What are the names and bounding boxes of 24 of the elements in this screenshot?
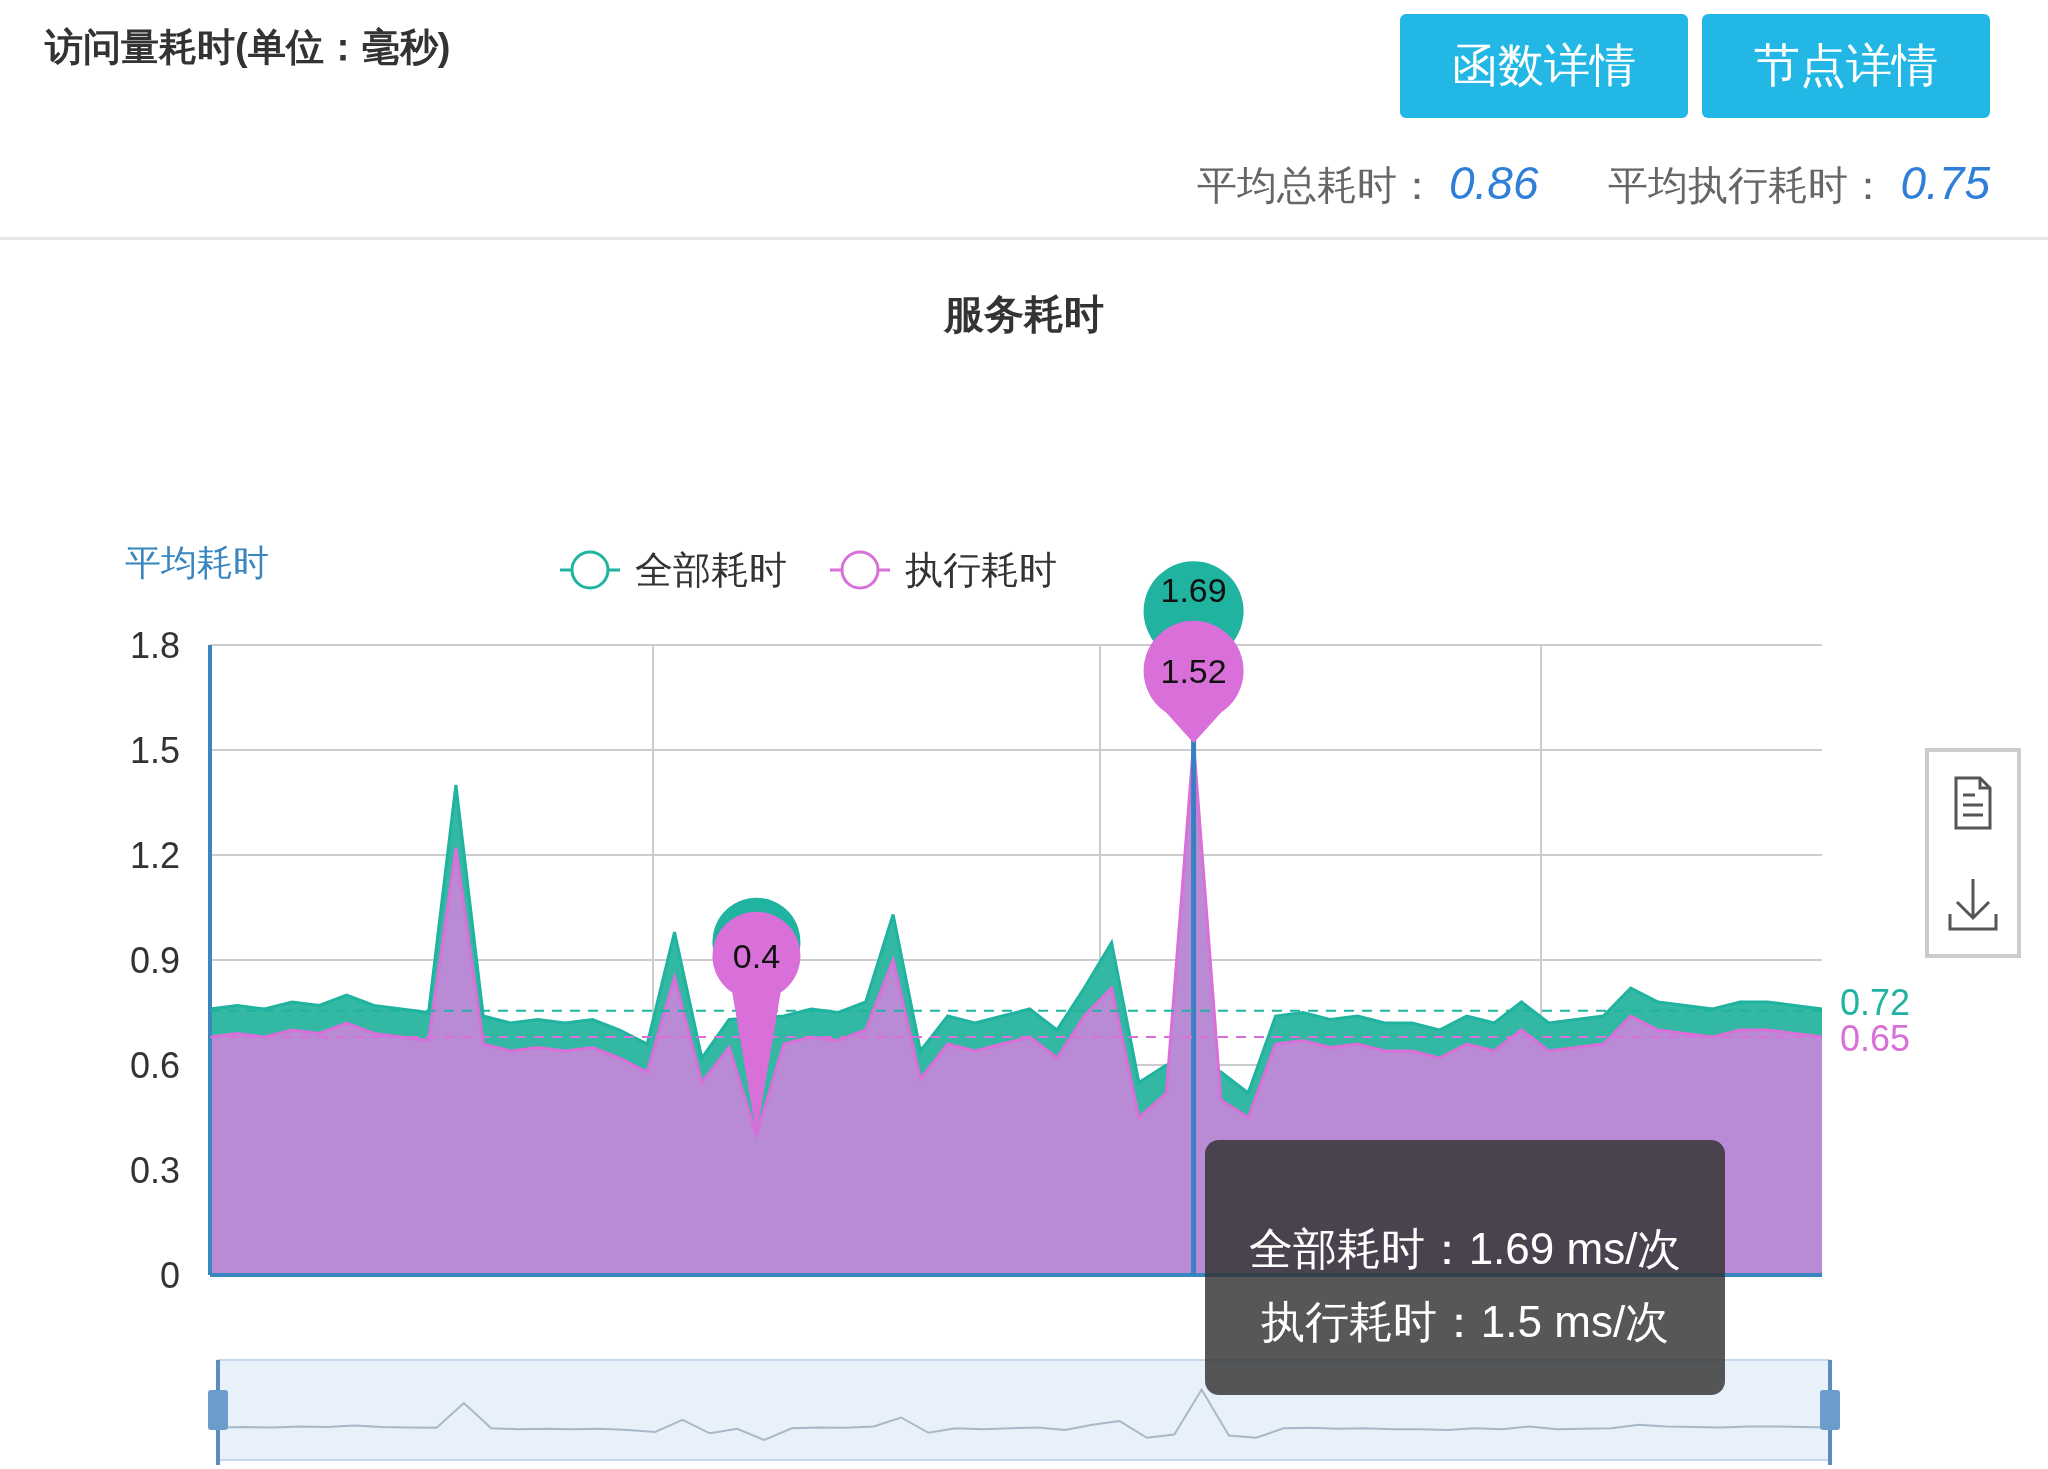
y-tick-label: 1.2 xyxy=(129,835,180,876)
tooltip-line: 全部耗时：1.69 ms/次 xyxy=(1248,1223,1682,1275)
stat-label: 平均执行耗时： xyxy=(1608,162,1889,209)
slider-handle[interactable] xyxy=(208,1360,228,1465)
document-icon[interactable] xyxy=(1953,774,1993,831)
y-tick-label: 0 xyxy=(159,1255,180,1296)
tooltip-line: 执行耗时：1.5 ms/次 xyxy=(1260,1296,1670,1348)
y-tick-label: 1.8 xyxy=(129,625,180,666)
section-title: 访问量耗时(单位：毫秒) xyxy=(45,25,451,70)
legend-item[interactable]: 全部耗时 xyxy=(560,549,787,591)
stat-label: 平均总耗时： xyxy=(1196,162,1437,209)
legend-label: 全部耗时 xyxy=(635,549,787,591)
y-tick-label: 0.3 xyxy=(129,1150,180,1191)
pin-marker: 1.52 xyxy=(1143,620,1244,743)
slider-handle[interactable] xyxy=(1820,1360,1840,1465)
y-tick-label: 0.6 xyxy=(129,1045,180,1086)
y-tick-label: 0.9 xyxy=(129,940,180,981)
legend-item[interactable]: 执行耗时 xyxy=(830,549,1057,591)
y-tick-label: 1.5 xyxy=(129,730,180,771)
stat-value: 0.86 xyxy=(1448,156,1539,210)
y-axis-title: 平均耗时 xyxy=(125,542,269,583)
stat-value: 0.75 xyxy=(1900,156,1990,210)
chart-title: 服务耗时 xyxy=(944,290,1104,338)
legend-label: 执行耗时 xyxy=(905,549,1057,591)
